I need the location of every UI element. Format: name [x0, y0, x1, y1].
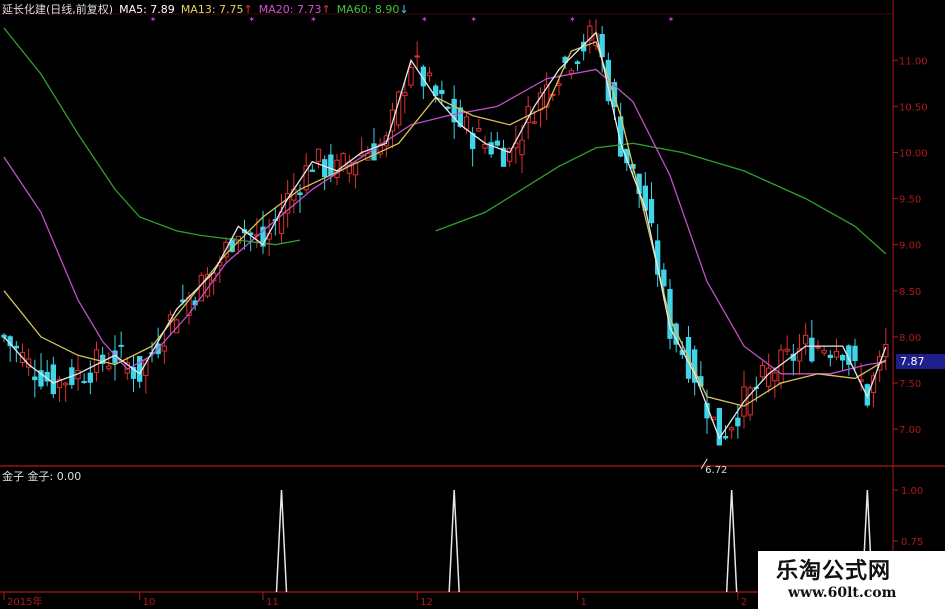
candle-body [50, 364, 56, 395]
candle-body [118, 344, 124, 347]
ma60-arrow: ↓ [399, 3, 409, 16]
ma13-line [3, 40, 887, 407]
price-tick-label: 7.50 [899, 379, 921, 390]
candle-body [716, 407, 722, 446]
candle-body [161, 345, 167, 352]
indicator-tick-label: 0.75 [901, 537, 923, 548]
current-price-tag: 7.87 [896, 354, 945, 369]
price-tick-label: 8.50 [899, 287, 921, 298]
price-tick-label: 7.00 [899, 425, 921, 436]
indicator-header: 金子 金子: 0.00 [2, 470, 82, 483]
ma60-line [3, 27, 301, 246]
candle-body [137, 356, 143, 382]
date-label: 2015年 [7, 595, 42, 608]
candle-body [426, 72, 433, 77]
candle-body [445, 106, 451, 109]
chart-header: 延长化建(日线,前复权) MA5: 7.89 MA13: 7.75↑ MA20: 7.… [2, 1, 415, 17]
candle-body [402, 92, 408, 97]
date-label: 2 [741, 597, 747, 608]
ma20-label: MA20: 7.73 [258, 3, 322, 16]
candle-body [81, 380, 87, 383]
candle-body [531, 121, 537, 124]
candle-body [556, 83, 562, 86]
signal-marker: ✶ [569, 15, 576, 24]
candle-body [87, 372, 93, 383]
candle-body [833, 350, 840, 358]
candle-body [408, 66, 414, 86]
ma13-arrow: ↑ [243, 3, 253, 16]
candle-body [648, 199, 655, 224]
candle-body [827, 354, 833, 358]
candle-body [661, 269, 667, 287]
stock-title: 延长化建(日线,前复权) [2, 3, 114, 16]
ma20-line [3, 68, 886, 375]
candle-body [852, 345, 858, 362]
candle-body [106, 365, 112, 370]
candle-body [414, 55, 420, 58]
signal-spike [725, 489, 738, 593]
candle-body [482, 143, 488, 149]
ma5-label: MA5: 7.89 [119, 3, 175, 16]
ma20-arrow: ↑ [321, 3, 331, 16]
price-tick-label: 9.50 [899, 195, 921, 206]
candle-body [735, 417, 741, 427]
candle-body [297, 192, 303, 196]
ma60-label: MA60: 8.90 [336, 3, 400, 16]
candle-body [494, 140, 500, 146]
candle-body [463, 116, 470, 130]
date-label: 1 [581, 597, 587, 608]
candle-body [439, 89, 445, 95]
low-marker-label: 6.72 [705, 465, 727, 476]
candle-body [759, 365, 766, 378]
signal-marker: ✶ [470, 15, 477, 24]
stock-chart: 7.007.508.008.509.009.5010.0010.5011.000… [0, 0, 945, 609]
candle-body [766, 367, 772, 387]
candle-body [63, 382, 69, 386]
indicator-tick-label: 1.00 [901, 486, 923, 497]
price-tick-label: 10.50 [899, 102, 928, 113]
candle-body [574, 61, 581, 65]
price-tick-label: 11.00 [899, 56, 928, 67]
candle-body [803, 334, 809, 345]
candle-body [840, 354, 846, 361]
candle-body [568, 70, 574, 74]
candle-body [315, 148, 322, 162]
price-tick-label: 10.00 [899, 148, 928, 159]
signal-spike [275, 489, 288, 593]
date-label: 11 [266, 597, 279, 608]
signal-marker: ✶ [668, 15, 675, 24]
candle-body [729, 427, 735, 431]
candle-body [519, 139, 525, 156]
date-label: 10 [143, 597, 156, 608]
candle-body [328, 154, 334, 176]
watermark-title: 乐淘公式网 [776, 558, 892, 584]
candle-body [309, 169, 315, 172]
signal-marker: ✶ [421, 15, 428, 24]
candle-body [322, 159, 328, 178]
candle-body [809, 337, 815, 362]
watermark-url: www.60lt.com [788, 585, 897, 601]
candle-body [722, 436, 729, 439]
candle-body [371, 143, 377, 161]
candle-body [815, 346, 821, 349]
signal-spike [448, 489, 460, 593]
ma13-label: MA13: 7.75 [180, 3, 244, 16]
ma5-line [3, 31, 887, 440]
candle-body [488, 142, 494, 155]
candle-body [784, 348, 790, 352]
candle-body [32, 376, 38, 381]
candle-body [93, 349, 100, 373]
candle-body [772, 372, 778, 382]
candle-body [476, 128, 482, 132]
date-label: 12 [420, 597, 433, 608]
price-tick-label: 9.00 [899, 241, 921, 252]
price-tick-label: 8.00 [899, 333, 921, 344]
watermark: 乐淘公式网 www.60lt.com [758, 551, 945, 609]
candle-body [821, 350, 827, 354]
candle-body [13, 345, 19, 349]
